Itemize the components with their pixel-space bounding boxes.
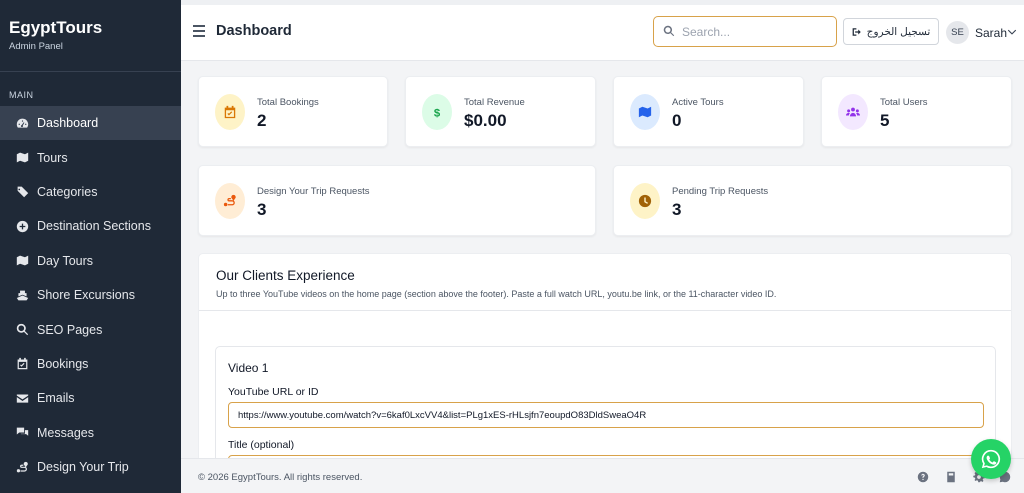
whatsapp-icon [981, 449, 1001, 469]
sidebar-item-label: Categories [37, 184, 98, 199]
search-box [653, 16, 837, 47]
sidebar-item-tours[interactable]: Tours [0, 140, 181, 174]
sidebar-item-label: Bookings [37, 356, 89, 371]
sidebar-item-label: Day Tours [37, 253, 94, 268]
sidebar-item-design-your-trip[interactable]: Design Your Trip [0, 450, 181, 484]
stat-label: Total Bookings [257, 97, 319, 108]
sidebar-item-shore-excursions[interactable]: Shore Excursions [0, 278, 181, 312]
stat-card-total-bookings: Total Bookings 2 [198, 76, 388, 147]
route-icon [15, 460, 29, 474]
footer: © 2026 EgyptTours. All rights reserved. [181, 458, 1024, 493]
brand-subtitle: Admin Panel [9, 41, 63, 52]
sidebar-item-dashboard[interactable]: Dashboard [0, 106, 181, 141]
panel-description: Up to three YouTube videos on the home p… [216, 289, 777, 299]
search-icon [15, 323, 29, 337]
chevron-down-icon[interactable] [1007, 27, 1017, 37]
stat-label: Total Users [880, 97, 928, 108]
calendar-check-icon [215, 94, 245, 130]
sidebar-item-label: Tours [37, 150, 68, 165]
search-icon [663, 25, 675, 37]
stat-card-active-tours: Active Tours 0 [613, 76, 804, 147]
dollar-icon: $ [422, 94, 452, 130]
sidebar-item-label: Messages [37, 425, 94, 440]
book-icon[interactable] [945, 471, 957, 483]
stat-card-pending-trip-requests: Pending Trip Requests 3 [613, 165, 1012, 236]
sidebar-item-label: Emails [37, 391, 75, 406]
brand: EgyptTours Admin Panel [0, 0, 181, 72]
stat-label: Pending Trip Requests [672, 186, 769, 197]
sidebar-item-label: Dashboard [37, 116, 99, 131]
clients-experience-panel: Our Clients Experience Up to three YouTu… [198, 253, 1012, 463]
sidebar-item-label: Shore Excursions [37, 288, 135, 303]
stat-label: Active Tours [672, 97, 724, 108]
route-icon [215, 183, 245, 219]
gauge-icon [15, 116, 29, 130]
stat-value: 5 [880, 111, 890, 130]
map-icon [15, 254, 29, 268]
stat-label: Design Your Trip Requests [257, 186, 370, 197]
stat-card-total-revenue: $ Total Revenue $0.00 [405, 76, 596, 147]
stat-card-design-your-trip-requests: Design Your Trip Requests 3 [198, 165, 596, 236]
panel-title: Our Clients Experience [216, 268, 355, 283]
sign-out-icon [852, 27, 861, 36]
sidebar-item-label: Destination Sections [37, 219, 151, 234]
plus-circle-icon [15, 219, 29, 233]
calendar-check-icon [15, 357, 29, 371]
envelope-icon [15, 391, 29, 405]
sidebar-item-emails[interactable]: Emails [0, 381, 181, 415]
comments-icon [15, 426, 29, 440]
video-title: Video 1 [228, 361, 269, 375]
logout-button[interactable]: تسجيل الخروج [843, 18, 939, 45]
title-label: Title (optional) [228, 439, 295, 451]
video-1-box: Video 1 YouTube URL or ID Title (optiona… [215, 346, 996, 462]
menu-icon[interactable] [193, 25, 205, 37]
sidebar-item-bookings[interactable]: Bookings [0, 347, 181, 381]
url-label: YouTube URL or ID [228, 386, 319, 398]
user-name[interactable]: Sarah [975, 26, 1007, 40]
stat-card-total-users: Total Users 5 [821, 76, 1012, 147]
svg-text:$: $ [434, 107, 441, 119]
help-icon[interactable] [917, 471, 929, 483]
users-icon [838, 94, 868, 130]
brand-title[interactable]: EgyptTours [9, 18, 172, 38]
copyright-text: © 2026 EgyptTours. All rights reserved. [198, 472, 363, 483]
sidebar-section-label: MAIN [9, 90, 34, 100]
sidebar-item-label: Design Your Trip [37, 460, 129, 475]
map-icon [630, 94, 660, 130]
stat-value: $0.00 [464, 111, 507, 130]
sidebar-item-day-tours[interactable]: Day Tours [0, 244, 181, 278]
youtube-url-input[interactable] [228, 402, 984, 428]
whatsapp-button[interactable] [971, 439, 1011, 479]
panel-header: Our Clients Experience Up to three YouTu… [199, 254, 1011, 311]
sidebar-item-messages[interactable]: Messages [0, 416, 181, 450]
search-input[interactable] [682, 23, 830, 40]
sidebar-item-destination-sections[interactable]: Destination Sections [0, 209, 181, 243]
stat-value: 0 [672, 111, 682, 130]
stat-label: Total Revenue [464, 97, 525, 108]
clock-icon [630, 183, 660, 219]
sidebar-item-categories[interactable]: Categories [0, 175, 181, 209]
top-header: Dashboard تسجيل الخروج SE Sarah [181, 0, 1024, 61]
avatar[interactable]: SE [946, 21, 969, 44]
sidebar-item-label: SEO Pages [37, 322, 103, 337]
ship-icon [15, 288, 29, 302]
logout-label: تسجيل الخروج [866, 25, 931, 38]
tags-icon [15, 185, 29, 199]
sidebar: EgyptTours Admin Panel MAIN Dashboard To… [0, 0, 181, 493]
stat-value: 2 [257, 111, 267, 130]
stat-value: 3 [672, 200, 682, 219]
stat-value: 3 [257, 200, 267, 219]
map-icon [15, 151, 29, 165]
page-title: Dashboard [216, 23, 292, 39]
sidebar-item-seo-pages[interactable]: SEO Pages [0, 312, 181, 346]
